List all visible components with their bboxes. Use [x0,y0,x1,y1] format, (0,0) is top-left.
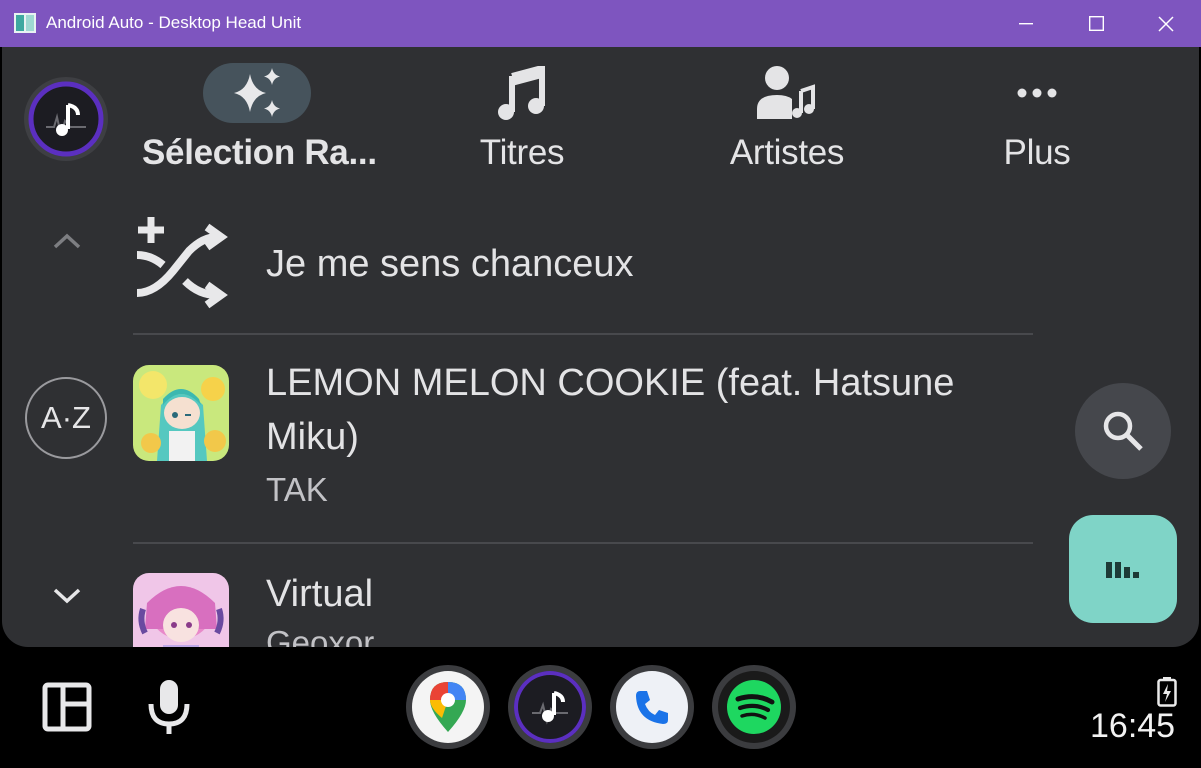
album-art [133,365,229,461]
phone-app-button[interactable] [610,665,694,749]
spotify-icon [727,680,781,734]
list-item-song[interactable]: LEMON MELON COOKIE (feat. Hatsune Miku) … [133,337,1033,542]
window-title: Android Auto - Desktop Head Unit [46,13,302,32]
bottom-dock: 16:45 [0,647,1201,768]
tab-label: Titres [479,133,565,172]
tab-selection-rapide[interactable]: Sélection Ra... [142,61,377,173]
equalizer-icon [1106,562,1139,578]
tab-label: Sélection Ra... [142,133,377,172]
list-item-lucky[interactable]: Je me sens chanceux [133,209,1033,333]
music-app-icon [532,691,568,725]
scroll-down-icon[interactable] [50,580,84,610]
song-title: LEMON MELON COOKIE (feat. Hatsune Miku) [266,362,955,458]
music-app-avatar[interactable] [24,77,108,161]
launcher-icon[interactable] [42,682,92,732]
tab-titres[interactable]: Titres [442,61,602,173]
media-browse-panel: Sélection Ra... Titres Artistes Plus A·Z… [2,47,1199,647]
app-window-icon [14,13,36,33]
tab-label: Artistes [729,133,845,172]
maximize-icon [1088,16,1104,31]
shuffle-sparkle-icon [136,217,228,309]
microphone-icon[interactable] [148,678,190,736]
spotify-app-button[interactable] [712,665,796,749]
album-art [133,573,229,647]
search-button[interactable] [1075,383,1171,479]
az-label: A·Z [41,400,91,435]
minimize-icon [1019,22,1033,24]
maps-app-button[interactable] [406,665,490,749]
music-note-icon [498,66,545,120]
list-divider [133,333,1033,335]
music-app-button[interactable] [508,665,592,749]
battery-charging-icon [1157,677,1177,707]
tab-plus[interactable]: Plus [967,61,1107,173]
minimize-button[interactable] [991,0,1061,47]
clock: 16:45 [1090,707,1176,745]
selected-tab-pill [203,63,311,123]
window-titlebar: Android Auto - Desktop Head Unit [0,0,1201,47]
maximize-button[interactable] [1061,0,1131,47]
song-title: Virtual [266,573,374,615]
phone-icon [636,691,668,724]
now-playing-button[interactable] [1069,515,1177,623]
more-horizontal-icon [1017,88,1057,98]
close-icon [1158,15,1174,32]
artist-icon [757,66,815,119]
maps-icon [430,682,466,732]
list-item-song[interactable]: Virtual Geoxor [133,544,1033,647]
tab-label: Plus [1003,133,1071,172]
tab-artistes[interactable]: Artistes [692,61,882,173]
lucky-label: Je me sens chanceux [266,243,634,285]
song-artist: TAK [266,471,328,508]
search-icon [1103,411,1143,451]
scroll-up-icon[interactable] [50,227,84,257]
song-artist: Geoxor [266,624,375,647]
close-button[interactable] [1131,0,1201,47]
alphabet-jump-button[interactable]: A·Z [25,377,107,459]
sparkles-icon [234,68,280,117]
